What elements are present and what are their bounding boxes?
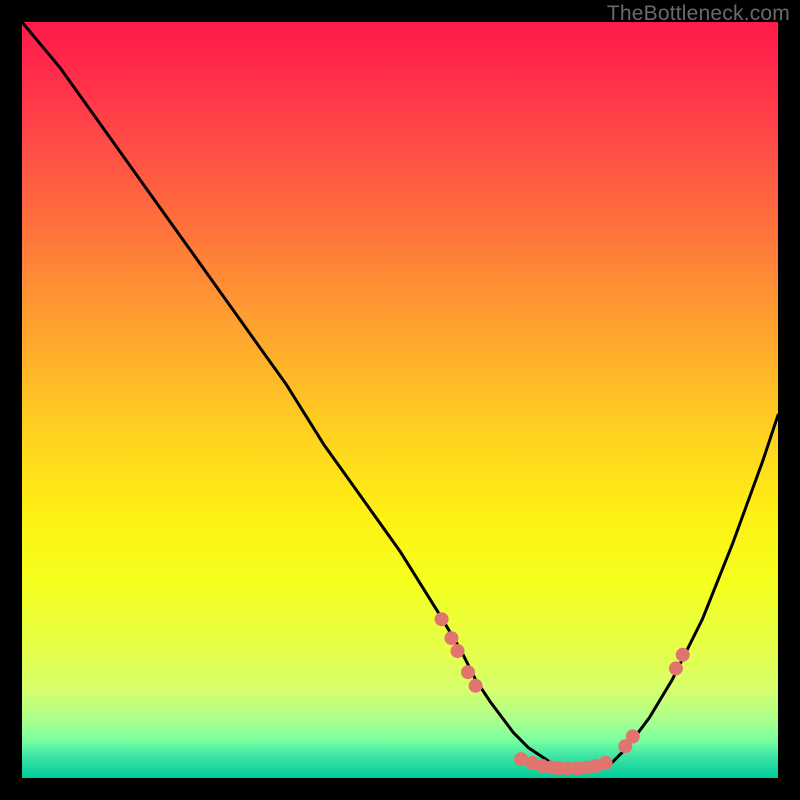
watermark-text: TheBottleneck.com	[607, 2, 790, 26]
data-marker	[444, 631, 458, 645]
data-marker	[669, 661, 683, 675]
bottleneck-curve-path	[22, 22, 778, 770]
data-marker	[599, 756, 613, 770]
plot-area	[22, 22, 778, 778]
data-marker	[435, 612, 449, 626]
data-marker	[451, 644, 465, 658]
data-marker	[469, 679, 483, 693]
data-marker	[461, 665, 475, 679]
marker-group	[435, 612, 690, 775]
chart-stage: TheBottleneck.com	[0, 0, 800, 800]
data-marker	[676, 648, 690, 662]
data-marker	[626, 729, 640, 743]
curve-layer	[22, 22, 778, 778]
bottleneck-curve	[22, 22, 778, 770]
